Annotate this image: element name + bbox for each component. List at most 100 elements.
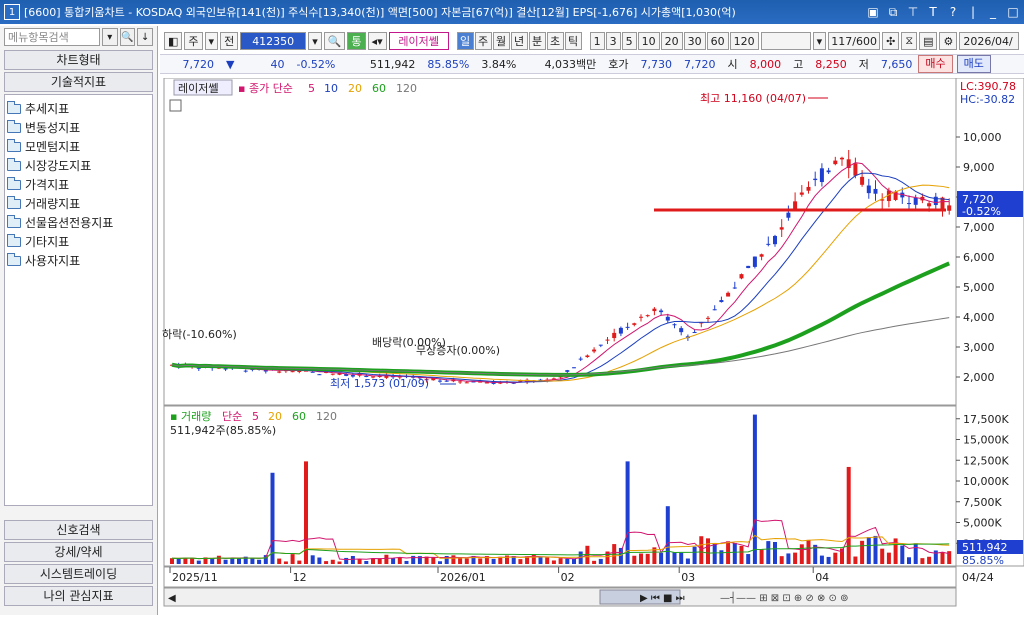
period-button[interactable]: 주 [474,32,492,50]
period-button[interactable]: 초 [546,32,564,50]
volume-bar [940,552,945,564]
volume-bar [907,557,911,564]
period-button[interactable]: 일 [456,32,474,50]
buy-button[interactable]: 매수 [918,55,953,73]
volume-bar [806,539,811,564]
layout-icon[interactable]: ◧ [164,32,183,50]
price-tick-label: 4,000 [963,311,995,324]
restore-icon[interactable]: ⧉ [886,5,900,20]
ma-legend-20: 20 [348,82,362,95]
speaker-icon[interactable]: ◂▾ [367,32,387,50]
volume-bar [759,549,764,564]
window-number[interactable]: 1 [4,4,20,20]
tree-item[interactable]: 가격지표 [7,175,150,194]
tree-item[interactable]: 기타지표 [7,232,150,251]
turnover: 3.84% [481,57,517,71]
blank-input[interactable] [760,32,811,50]
volume-bar [324,561,329,564]
chevron-down-icon[interactable]: ▾ [204,32,219,50]
tree-item-label: 거래량지표 [25,197,81,211]
tree-item[interactable]: 모멘텀지표 [7,137,150,156]
tree-item[interactable]: 변동성지표 [7,118,150,137]
high-price: 8,250 [815,57,847,71]
minute-button[interactable]: 5 [621,32,637,50]
volume-bar [317,557,322,564]
date-input[interactable]: 2026/04/ [959,32,1020,50]
window-title: [6600] 통합키움차트 - KOSDAQ 외국인보유[141(천)] 주식수… [24,6,736,19]
stock-code-input[interactable]: 412350 [240,32,307,50]
volume-bar [886,552,891,564]
volume-bar [364,560,369,564]
panel-button[interactable]: 시스템트레이딩 [4,564,153,584]
candle-body [813,178,818,181]
candle-body [739,274,744,279]
vol-tick-label: 17,500K [963,413,1009,426]
menu-search-input[interactable]: 메뉴항목검색 [4,28,100,46]
tree-item[interactable]: 시장강도지표 [7,156,150,175]
maximize-icon[interactable]: □ [1006,5,1020,20]
type-select[interactable]: 전 [220,32,239,50]
search-icon[interactable]: 🔍 [323,32,346,50]
tree-item[interactable]: 거래량지표 [7,194,150,213]
minute-button[interactable]: 60 [706,32,729,50]
count-input[interactable]: 117/600 [828,32,881,50]
minute-button[interactable]: 120 [729,32,759,50]
candle-body [947,205,952,211]
price-tick-label: 2,000 [963,371,995,384]
pin-icon[interactable]: ⊤ [906,5,920,20]
candle-body [799,192,804,195]
tree-item[interactable]: 선물옵션전용지표 [7,213,150,232]
annot-capital: 무상증자(0.00%) [416,344,500,357]
minute-button[interactable]: 20 [660,32,683,50]
candle-body [632,323,637,325]
minute-button[interactable]: 30 [683,32,706,50]
stock-chart[interactable]: 10,0009,0008,0007,0006,0005,0004,0003,00… [160,77,1024,615]
tong-button[interactable]: 통 [347,32,366,50]
period-button[interactable]: 분 [528,32,546,50]
save-icon[interactable]: ▤ [919,32,938,50]
period-button[interactable]: 월 [492,32,510,50]
tech-indicator-tab[interactable]: 기술적지표 [4,72,153,92]
tree-item[interactable]: 추세지표 [7,99,150,118]
volume-bar [438,561,442,564]
text-icon[interactable]: T [926,5,940,20]
chart-area[interactable]: 10,0009,0008,0007,0006,0005,0004,0003,00… [160,77,1024,615]
price-tick-label: 3,000 [963,341,995,354]
candle-body [592,349,597,352]
search-icon[interactable]: 🔍 [119,28,136,46]
panel-button[interactable]: 나의 관심지표 [4,586,153,606]
hc-label: HC:-30.82 [960,93,1015,106]
vol-ma-120: 120 [316,410,337,423]
minimize-icon[interactable]: _ [986,5,1000,20]
panel-button[interactable]: 신호검색 [4,520,153,540]
candle-body [833,160,838,165]
panel-button[interactable]: 강세/약세 [4,542,153,562]
candle-body [927,203,932,207]
period-button[interactable]: 틱 [564,32,582,50]
tree-item-label: 시장강도지표 [25,159,92,173]
sell-button[interactable]: 매도 [956,55,991,73]
settings-icon[interactable]: ✣ [882,32,900,50]
playback-icons: ▶ ⏮ ■ ⏭ [640,593,685,604]
tree-item[interactable]: 사용자지표 [7,251,150,270]
gear-icon[interactable]: ⚙ [939,32,958,50]
chart-tool-icon[interactable]: ⧖ [901,32,918,50]
dropdown-icon[interactable]: ▾ [101,28,118,46]
chevron-down-icon[interactable]: ▾ [308,32,322,50]
candle-body [826,170,831,173]
market-select[interactable]: 주 [184,32,203,50]
price-pane [163,77,957,406]
chart-type-button[interactable]: 차트형태 [4,50,153,70]
help-icon[interactable]: ? [946,5,960,20]
candle-body [223,368,228,370]
volume-bar [706,538,710,564]
download-icon[interactable]: ↓ [137,28,154,46]
minute-button[interactable]: 10 [637,32,660,50]
minute-button[interactable]: 3 [605,32,621,50]
chevron-down-icon[interactable]: ▾ [812,32,827,50]
volume-bar [190,557,195,564]
stock-name[interactable]: 레이저쎌 [388,32,449,50]
layout-icon[interactable]: ▣ [866,5,880,20]
minute-button[interactable]: 1 [589,32,605,50]
period-button[interactable]: 년 [510,32,528,50]
